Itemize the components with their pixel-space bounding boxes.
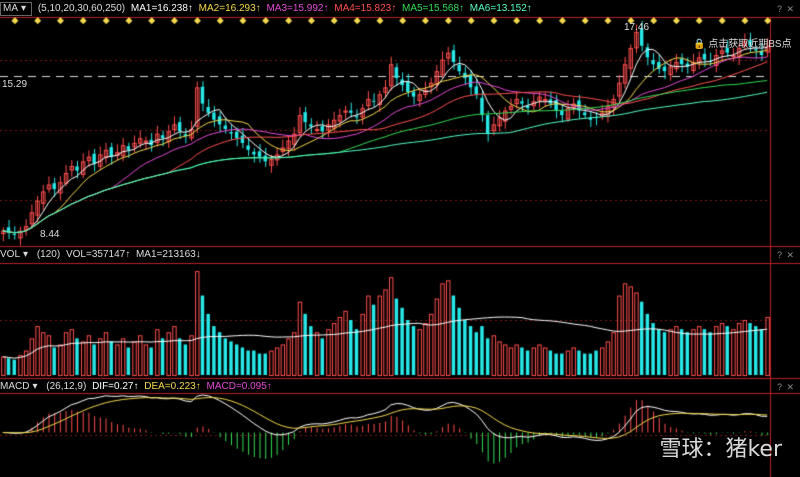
indicator-selector-ma[interactable]: MA ▾	[0, 2, 33, 16]
ma2-value: MA2=16.293↑	[198, 3, 261, 14]
ma5-value: MA5=15.568↑	[402, 3, 465, 14]
ma4-value: MA4=15.823↑	[334, 3, 397, 14]
macd-value: MACD=0.095↑	[206, 381, 272, 392]
vol-close-icon[interactable]: ✕	[786, 250, 794, 261]
macd-selector-label: MACD	[0, 381, 30, 392]
vol-param: (120)	[36, 249, 61, 260]
help-icon[interactable]: ?	[777, 4, 782, 14]
volume-panel-header: VOL ▾ (120) VOL=357147↑ MA1=213163↓	[0, 247, 800, 263]
macd-param: (26,12,9)	[46, 381, 87, 392]
ma1-value: MA1=16.238↑	[130, 3, 193, 14]
dea-value: DEA=0.223↑	[144, 381, 201, 392]
dropdown-arrow-icon: ▾	[21, 3, 27, 14]
ma-selector-label: MA	[3, 3, 18, 14]
vol-value: VOL=357147↑	[65, 249, 131, 260]
dif-value: DIF=0.27↑	[92, 381, 139, 392]
macd-panel-header: MACD ▾ (26,12,9) DIF=0.27↑ DEA=0.223↑ MAC…	[0, 379, 800, 395]
ma6-value: MA6=13.152↑	[469, 3, 532, 14]
macd-close-icon[interactable]: ✕	[786, 382, 794, 393]
high-price-label: 17.46	[624, 22, 650, 33]
bs-points-button[interactable]: 🔒 点击获取近期BS点	[693, 35, 792, 50]
close-icon[interactable]: ✕	[786, 4, 794, 15]
dropdown-arrow-icon: ▾	[23, 249, 29, 260]
vol-ma-value: MA1=213163↓	[135, 249, 201, 260]
ma3-value: MA3=15.992↑	[266, 3, 329, 14]
bs-points-label: 点击获取近期BS点	[708, 39, 792, 50]
macd-help-icon[interactable]: ?	[777, 382, 782, 392]
price-panel-header: MA ▾ (5,10,20,30,60,250) MA1=16.238↑ MA2=…	[0, 1, 800, 17]
price-level-label: 15.29	[2, 79, 28, 90]
lock-icon: 🔒	[693, 39, 706, 50]
vol-help-icon[interactable]: ?	[777, 250, 782, 260]
dropdown-arrow-icon: ▾	[32, 381, 38, 392]
kline-chart-canvas	[0, 0, 800, 477]
ma-params: (5,10,20,30,60,250)	[37, 3, 126, 14]
low-price-label: 8.44	[40, 229, 60, 240]
indicator-selector-vol[interactable]: VOL ▾	[0, 249, 31, 260]
xueqiu-watermark: 雪球：猪ker	[659, 437, 782, 462]
vol-selector-label: VOL	[0, 249, 21, 260]
indicator-selector-macd[interactable]: MACD ▾	[0, 381, 40, 392]
